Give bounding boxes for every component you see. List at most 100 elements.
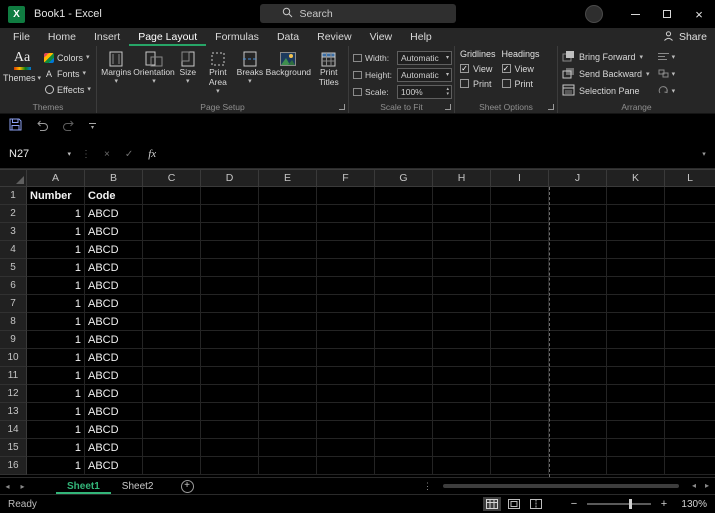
row-header-11[interactable]: 11 <box>0 367 27 385</box>
cell-C9[interactable] <box>143 331 201 349</box>
cell-L6[interactable] <box>665 277 715 295</box>
cell-G12[interactable] <box>375 385 433 403</box>
cell-K12[interactable] <box>607 385 665 403</box>
horizontal-scrollbar[interactable] <box>443 484 679 488</box>
ribbon-tab-page-layout[interactable]: Page Layout <box>129 28 206 46</box>
cell-E15[interactable] <box>259 439 317 457</box>
cell-H5[interactable] <box>433 259 491 277</box>
cell-B14[interactable]: ABCD <box>85 421 143 439</box>
row-header-3[interactable]: 3 <box>0 223 27 241</box>
cell-B7[interactable]: ABCD <box>85 295 143 313</box>
cell-L16[interactable] <box>665 457 715 475</box>
row-header-10[interactable]: 10 <box>0 349 27 367</box>
cell-B16[interactable]: ABCD <box>85 457 143 475</box>
cell-B9[interactable]: ABCD <box>85 331 143 349</box>
row-header-5[interactable]: 5 <box>0 259 27 277</box>
cell-B6[interactable]: ABCD <box>85 277 143 295</box>
cell-C2[interactable] <box>143 205 201 223</box>
cell-F4[interactable] <box>317 241 375 259</box>
cell-H1[interactable] <box>433 187 491 205</box>
cell-L15[interactable] <box>665 439 715 457</box>
customize-qat-button[interactable]: ▾ <box>89 123 96 131</box>
cell-G6[interactable] <box>375 277 433 295</box>
user-avatar[interactable] <box>585 5 603 23</box>
cell-E7[interactable] <box>259 295 317 313</box>
cell-L4[interactable] <box>665 241 715 259</box>
cell-B2[interactable]: ABCD <box>85 205 143 223</box>
cell-I8[interactable] <box>491 313 549 331</box>
cell-B1[interactable]: Code <box>85 187 143 205</box>
cell-D9[interactable] <box>201 331 259 349</box>
cell-I9[interactable] <box>491 331 549 349</box>
effects-button[interactable]: Effects ▾ <box>42 82 93 97</box>
page-setup-dialog-launcher-icon[interactable] <box>339 104 345 110</box>
cell-H3[interactable] <box>433 223 491 241</box>
cell-A2[interactable]: 1 <box>27 205 85 223</box>
sheet-tab-sheet2[interactable]: Sheet2 <box>111 478 165 494</box>
cell-H4[interactable] <box>433 241 491 259</box>
cell-K8[interactable] <box>607 313 665 331</box>
breaks-button[interactable]: Breaks ▾ <box>235 48 266 100</box>
cell-K9[interactable] <box>607 331 665 349</box>
cell-A12[interactable]: 1 <box>27 385 85 403</box>
cell-H15[interactable] <box>433 439 491 457</box>
cell-K11[interactable] <box>607 367 665 385</box>
cell-C4[interactable] <box>143 241 201 259</box>
row-header-13[interactable]: 13 <box>0 403 27 421</box>
cell-A4[interactable]: 1 <box>27 241 85 259</box>
normal-view-button[interactable] <box>483 497 501 511</box>
cell-B8[interactable]: ABCD <box>85 313 143 331</box>
cell-K10[interactable] <box>607 349 665 367</box>
cell-L11[interactable] <box>665 367 715 385</box>
expand-formula-bar-button[interactable]: ▾ <box>693 150 715 158</box>
row-header-1[interactable]: 1 <box>0 187 27 205</box>
name-box[interactable]: N27 ▾ <box>0 144 76 164</box>
cell-A5[interactable]: 1 <box>27 259 85 277</box>
cell-G16[interactable] <box>375 457 433 475</box>
cell-D4[interactable] <box>201 241 259 259</box>
column-header-F[interactable]: F <box>317 170 375 186</box>
ribbon-tab-review[interactable]: Review <box>308 28 360 46</box>
ribbon-tab-help[interactable]: Help <box>401 28 441 46</box>
cell-F2[interactable] <box>317 205 375 223</box>
cell-G7[interactable] <box>375 295 433 313</box>
gridlines-print-checkbox[interactable]: Print <box>460 76 496 91</box>
formula-input[interactable] <box>164 144 693 164</box>
column-header-B[interactable]: B <box>85 170 143 186</box>
cell-H10[interactable] <box>433 349 491 367</box>
cell-G5[interactable] <box>375 259 433 277</box>
ribbon-tab-file[interactable]: File <box>4 28 39 46</box>
cell-K4[interactable] <box>607 241 665 259</box>
print-titles-button[interactable]: Print Titles <box>312 48 347 100</box>
cell-B15[interactable]: ABCD <box>85 439 143 457</box>
select-all-corner[interactable] <box>0 170 27 186</box>
previous-sheet-button[interactable]: ◂ <box>0 482 15 491</box>
column-header-G[interactable]: G <box>375 170 433 186</box>
new-sheet-button[interactable]: + <box>180 479 194 493</box>
width-combobox[interactable]: Automatic ▾ <box>397 50 452 65</box>
ribbon-tab-home[interactable]: Home <box>39 28 85 46</box>
cell-J9[interactable] <box>549 331 607 349</box>
background-button[interactable]: Background <box>265 48 311 100</box>
column-header-D[interactable]: D <box>201 170 259 186</box>
cell-E9[interactable] <box>259 331 317 349</box>
cell-A15[interactable]: 1 <box>27 439 85 457</box>
orientation-button[interactable]: Orientation ▾ <box>133 48 175 100</box>
search-box[interactable]: Search <box>259 4 456 23</box>
cell-G11[interactable] <box>375 367 433 385</box>
cell-D16[interactable] <box>201 457 259 475</box>
cell-E5[interactable] <box>259 259 317 277</box>
cell-F10[interactable] <box>317 349 375 367</box>
margins-button[interactable]: Margins ▾ <box>99 48 134 100</box>
cell-C3[interactable] <box>143 223 201 241</box>
cell-C16[interactable] <box>143 457 201 475</box>
cell-D15[interactable] <box>201 439 259 457</box>
cell-L10[interactable] <box>665 349 715 367</box>
cell-L14[interactable] <box>665 421 715 439</box>
cell-A1[interactable]: Number <box>27 187 85 205</box>
column-header-I[interactable]: I <box>491 170 549 186</box>
cell-C8[interactable] <box>143 313 201 331</box>
row-header-15[interactable]: 15 <box>0 439 27 457</box>
cell-H12[interactable] <box>433 385 491 403</box>
cell-J6[interactable] <box>549 277 607 295</box>
